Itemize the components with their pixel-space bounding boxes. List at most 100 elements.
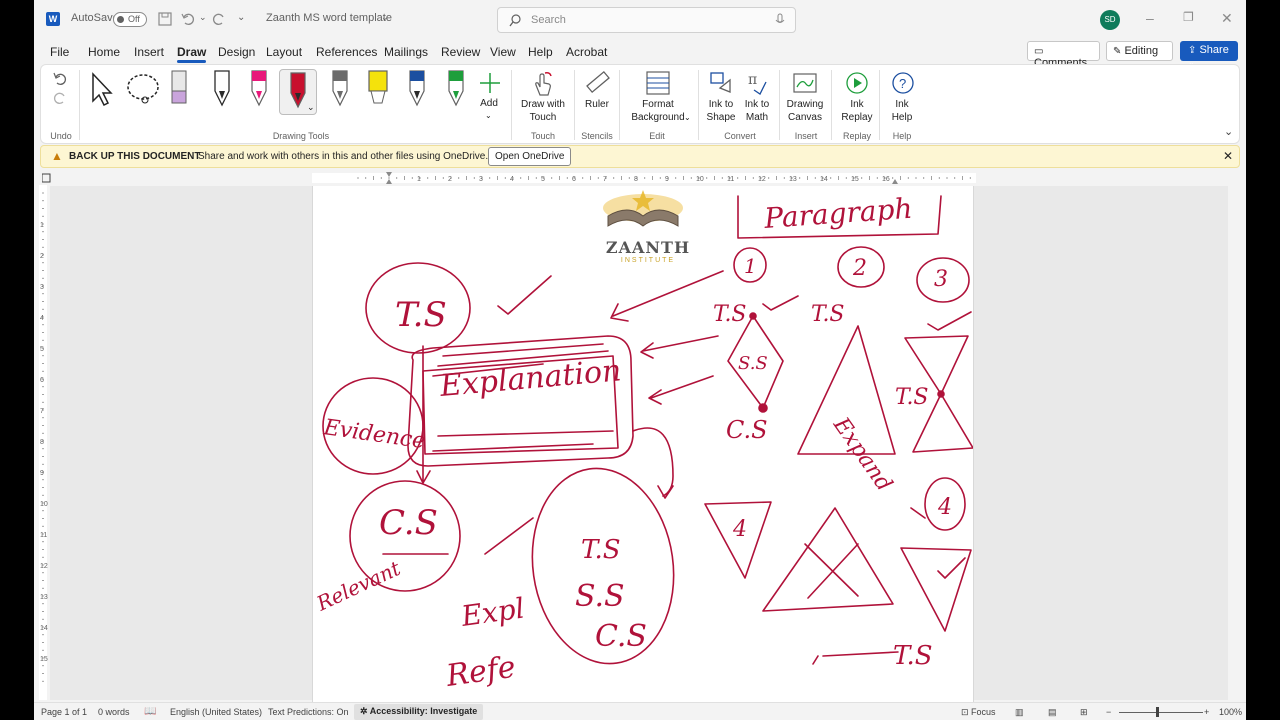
- ruler-number: 9: [665, 176, 669, 183]
- read-mode-icon[interactable]: ▥: [1015, 707, 1024, 718]
- tab-view[interactable]: View: [490, 45, 516, 59]
- drawing-canvas-label-2[interactable]: Canvas: [783, 111, 827, 124]
- ribbon-undo-icon[interactable]: [52, 71, 68, 87]
- tab-layout[interactable]: Layout: [266, 45, 302, 59]
- horizontal-ruler[interactable]: 1 2 3 4 5 6 7 8 9 10 11 12 13 14 15 16: [42, 172, 1232, 184]
- collapse-ribbon-chevron-icon[interactable]: ⌄: [1224, 125, 1233, 138]
- ink-help-icon[interactable]: ?: [890, 70, 916, 96]
- ink-ts-ellipse: T.S: [581, 535, 621, 565]
- format-background-label-1[interactable]: Format: [622, 98, 694, 111]
- select-pointer-icon[interactable]: [87, 71, 115, 107]
- drawing-canvas-label-1[interactable]: Drawing: [783, 98, 827, 111]
- comments-button[interactable]: ▭ Comments: [1027, 41, 1100, 69]
- ink-to-math-label-1[interactable]: Ink to: [739, 98, 775, 111]
- ink-replay-label-1[interactable]: Ink: [841, 98, 873, 111]
- restore-icon[interactable]: ❐: [1183, 10, 1194, 24]
- ink-help-label-1[interactable]: Ink: [886, 98, 918, 111]
- ruler-number: 5: [40, 346, 44, 353]
- print-layout-icon[interactable]: ▤: [1048, 707, 1057, 718]
- pen-pink-icon[interactable]: [248, 69, 270, 107]
- pen-green-icon[interactable]: [445, 69, 467, 107]
- zoom-in-icon[interactable]: +: [1204, 707, 1209, 717]
- add-pen-icon[interactable]: [478, 71, 502, 95]
- text-predictions-status[interactable]: Text Predictions: On: [268, 707, 349, 717]
- search-box[interactable]: Search: [497, 7, 796, 33]
- ink-drawing-layer[interactable]: Paragraph 1 2 3 4 T.S Explanation Eviden…: [313, 186, 974, 706]
- ink-to-math-icon[interactable]: π: [744, 70, 770, 96]
- ruler-icon[interactable]: [585, 69, 611, 95]
- format-background-chevron-icon[interactable]: ⌄: [684, 111, 691, 124]
- vertical-ruler[interactable]: 123456789101112131415: [36, 185, 50, 700]
- ink-to-shape-icon[interactable]: [708, 70, 734, 96]
- infobar-close-icon[interactable]: ✕: [1223, 149, 1233, 163]
- zoom-level[interactable]: 100%: [1219, 707, 1242, 717]
- drawing-canvas-icon[interactable]: [792, 70, 818, 96]
- vertical-scrollbar[interactable]: [1230, 186, 1246, 700]
- document-title[interactable]: Zaanth MS word template: [266, 12, 392, 24]
- word-count[interactable]: 0 words: [98, 707, 130, 717]
- pencil-gray-icon[interactable]: [329, 69, 351, 107]
- ink-replay-icon[interactable]: [844, 70, 870, 96]
- pen-red-selected[interactable]: ⌄: [279, 69, 317, 115]
- customize-toolbar-icon[interactable]: ⌄: [237, 12, 245, 23]
- document-page[interactable]: ZAANTH INSTITUTE Paragraph 1 2 3 4 T.S E…: [312, 186, 974, 706]
- highlighter-yellow-icon[interactable]: [366, 69, 390, 107]
- save-icon[interactable]: [158, 12, 172, 26]
- close-icon[interactable]: ✕: [1221, 10, 1233, 27]
- tab-help[interactable]: Help: [528, 45, 553, 59]
- minimize-icon[interactable]: –: [1146, 10, 1154, 26]
- pen-black-icon[interactable]: [211, 69, 233, 107]
- title-chevron-down-icon[interactable]: ⌄: [381, 12, 389, 23]
- page-count[interactable]: Page 1 of 1: [41, 707, 87, 717]
- draw-with-touch-label-1[interactable]: Draw with: [517, 98, 569, 111]
- ink-cs-right: C.S: [726, 416, 768, 444]
- ruler-label[interactable]: Ruler: [579, 98, 615, 111]
- tab-references[interactable]: References: [316, 45, 377, 59]
- ink-to-math-label-2[interactable]: Math: [739, 111, 775, 124]
- editing-button[interactable]: ✎ Editing ⌄: [1106, 41, 1173, 68]
- tab-draw[interactable]: Draw: [177, 45, 207, 63]
- backup-title: BACK UP THIS DOCUMENT: [69, 151, 201, 162]
- tab-home[interactable]: Home: [88, 45, 120, 59]
- tab-design[interactable]: Design: [218, 45, 255, 59]
- undo-dropdown-icon[interactable]: ⌄: [199, 12, 207, 23]
- share-button[interactable]: ⇪ Share ⌄: [1180, 41, 1238, 67]
- tab-file[interactable]: File: [50, 45, 69, 59]
- ink-to-shape-label-1[interactable]: Ink to: [702, 98, 740, 111]
- eraser-icon[interactable]: [169, 69, 189, 107]
- share-icon: ⇪: [1188, 45, 1197, 56]
- draw-with-touch-icon[interactable]: [530, 71, 554, 97]
- zoom-slider-track[interactable]: [1119, 712, 1203, 713]
- language-status[interactable]: English (United States): [170, 707, 262, 717]
- proofing-icon[interactable]: 📖: [144, 706, 156, 717]
- undo-icon[interactable]: [181, 12, 197, 26]
- ribbon-separator: [831, 70, 832, 140]
- ink-help-label-2[interactable]: Help: [886, 111, 918, 124]
- open-onedrive-button[interactable]: Open OneDrive: [488, 147, 572, 166]
- microphone-icon[interactable]: [775, 13, 785, 27]
- ink-replay-label-2[interactable]: Replay: [841, 111, 873, 124]
- tab-mailings[interactable]: Mailings: [384, 45, 428, 59]
- web-layout-icon[interactable]: ⊞: [1080, 707, 1088, 718]
- accessibility-icon: ✲: [360, 706, 368, 716]
- format-background-icon[interactable]: [645, 70, 671, 96]
- pen-blue-icon[interactable]: [406, 69, 428, 107]
- pen-options-chevron-icon: ⌄: [307, 102, 315, 112]
- ribbon-redo-icon[interactable]: [52, 90, 68, 106]
- ink-to-shape-label-2[interactable]: Shape: [702, 111, 740, 124]
- pen-red-icon: [290, 72, 306, 109]
- zoom-slider-thumb[interactable]: [1156, 707, 1159, 717]
- draw-with-touch-label-2[interactable]: Touch: [517, 111, 569, 124]
- tab-insert[interactable]: Insert: [134, 45, 164, 59]
- accessibility-status[interactable]: ✲ Accessibility: Investigate: [354, 704, 484, 720]
- avatar[interactable]: SD: [1100, 10, 1120, 30]
- lasso-select-icon[interactable]: [125, 71, 163, 107]
- add-chevron-icon[interactable]: ⌄: [485, 109, 492, 122]
- tab-acrobat[interactable]: Acrobat: [566, 45, 607, 59]
- redo-icon[interactable]: [210, 12, 226, 26]
- zoom-out-icon[interactable]: −: [1106, 707, 1111, 717]
- ink-cs-left: C.S: [379, 503, 438, 543]
- focus-mode-button[interactable]: ⊡ Focus: [961, 707, 996, 718]
- autosave-toggle[interactable]: Off: [113, 12, 147, 27]
- tab-review[interactable]: Review: [441, 45, 480, 59]
